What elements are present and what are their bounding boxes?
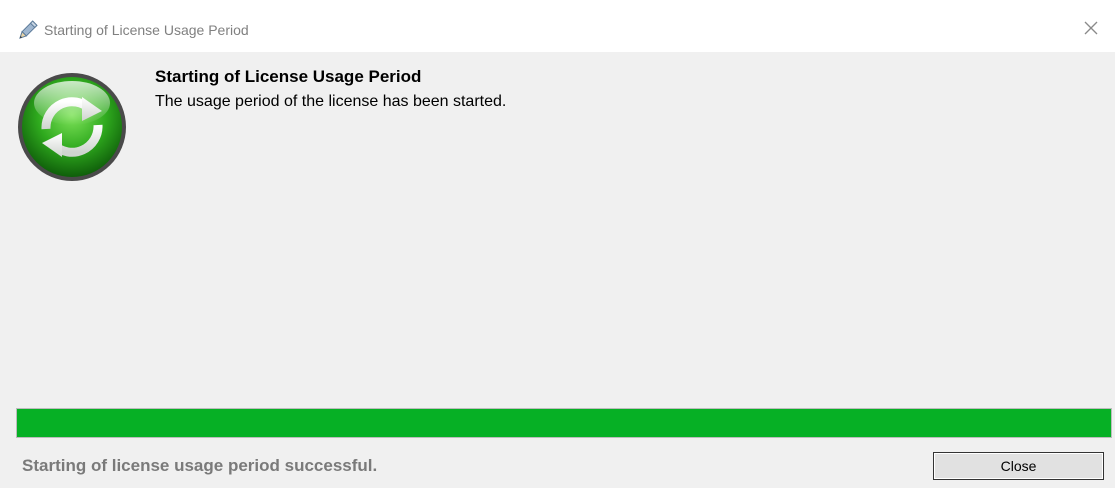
- close-icon[interactable]: [1079, 16, 1103, 40]
- close-button[interactable]: Close: [933, 452, 1104, 480]
- dialog-heading: Starting of License Usage Period: [155, 67, 422, 86]
- dialog-window: Starting of License Usage Period Startin…: [0, 0, 1115, 488]
- pencil-icon: [16, 20, 38, 42]
- window-title: Starting of License Usage Period: [44, 22, 249, 38]
- dialog-body: Starting of License Usage Period The usa…: [0, 52, 1115, 488]
- status-message: Starting of license usage period success…: [22, 456, 378, 475]
- refresh-circle-icon: [16, 71, 128, 183]
- title-bar: Starting of License Usage Period: [0, 0, 1115, 52]
- progress-bar: [16, 408, 1112, 438]
- dialog-message: The usage period of the license has been…: [155, 93, 507, 110]
- progress-bar-fill: [17, 409, 1111, 437]
